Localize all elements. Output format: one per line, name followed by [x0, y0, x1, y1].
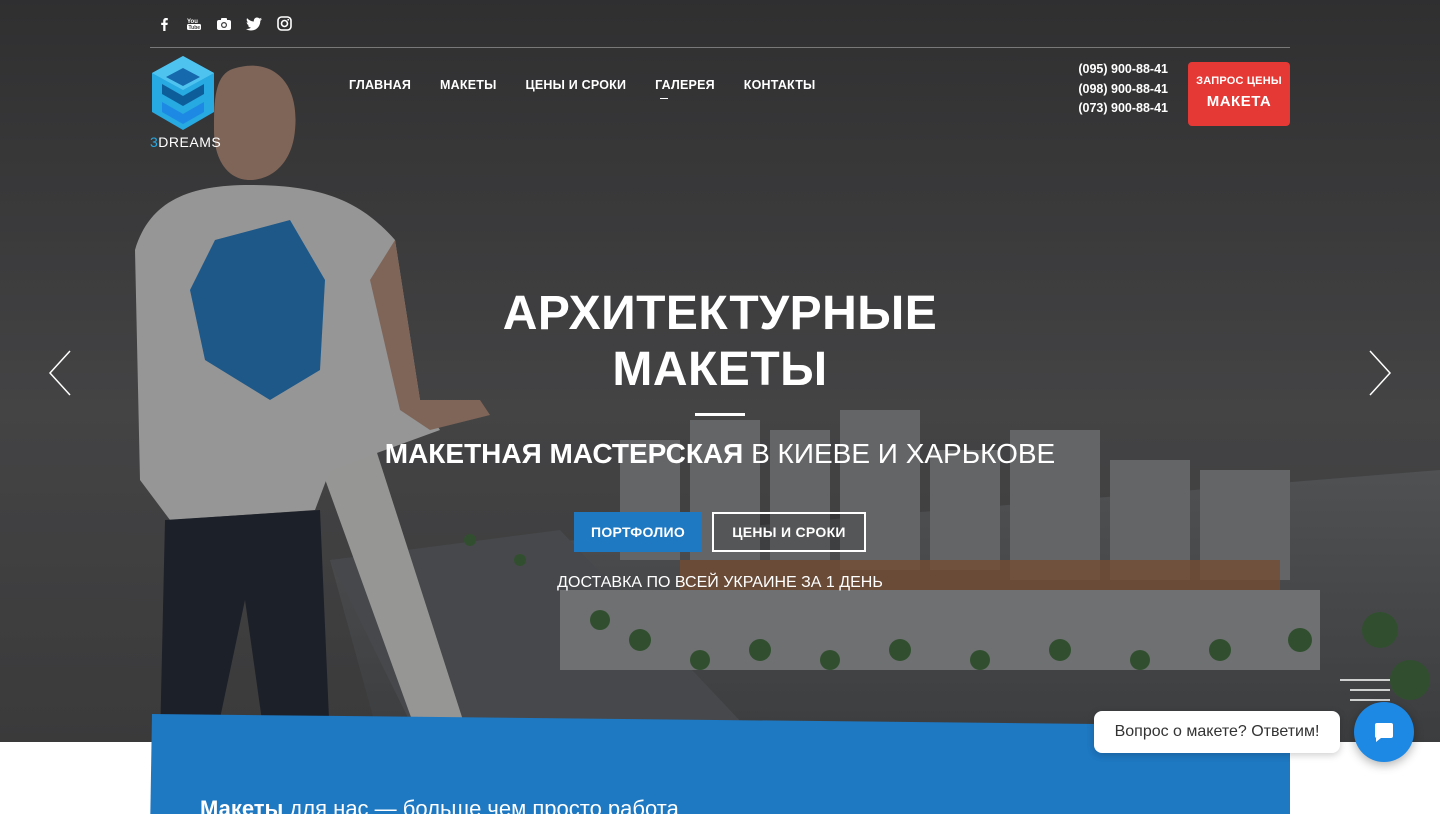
svg-text:Tube: Tube — [189, 25, 201, 31]
intro-text-bold: Макеты — [200, 796, 284, 814]
chat-button[interactable] — [1354, 702, 1414, 762]
social-bar: You Tube — [150, 0, 1290, 48]
nav-item-prices[interactable]: ЦЕНЫ И СРОКИ — [526, 78, 627, 92]
hero-title-line2: МАКЕТЫ — [612, 343, 828, 396]
chat-icon — [1375, 723, 1393, 742]
intro-text-rest: для нас — больше чем просто работа — [283, 796, 679, 814]
hero-subtitle: МАКЕТНАЯ МАСТЕРСКАЯ В КИЕВЕ И ХАРЬКОВЕ — [320, 437, 1120, 471]
logo[interactable]: 3DREAMS — [150, 54, 222, 150]
slider-prev-arrow-icon[interactable] — [45, 348, 75, 398]
nav-item-gallery[interactable]: ГАЛЕРЕЯ — [655, 78, 715, 99]
prices-button[interactable]: ЦЕНЫ И СРОКИ — [712, 512, 866, 552]
hero-title: АРХИТЕКТУРНЫЕ МАКЕТЫ — [420, 286, 1020, 398]
price-request-button[interactable]: ЗАПРОС ЦЕНЫ МАКЕТА — [1188, 62, 1290, 126]
chat-prompt-bubble[interactable]: Вопрос о макете? Ответим! — [1094, 711, 1340, 753]
title-divider — [695, 413, 745, 416]
nav-item-home[interactable]: ГЛАВНАЯ — [349, 78, 411, 92]
price-request-line2: МАКЕТА — [1206, 93, 1272, 110]
price-request-line1: ЗАПРОС ЦЕНЫ — [1196, 75, 1282, 87]
logo-name: DREAMS — [158, 134, 222, 150]
phone-number[interactable]: (073) 900-88-41 — [1060, 99, 1168, 119]
instagram-icon[interactable] — [276, 16, 292, 32]
nav-item-contacts[interactable]: КОНТАКТЫ — [744, 78, 816, 92]
youtube-icon[interactable]: You Tube — [186, 16, 202, 32]
nav-item-models[interactable]: МАКЕТЫ — [440, 78, 496, 92]
portfolio-button[interactable]: ПОРТФОЛИО — [574, 512, 702, 552]
phone-number[interactable]: (098) 900-88-41 — [1060, 80, 1168, 100]
facebook-icon[interactable] — [156, 16, 172, 32]
hero-subtitle-rest: В КИЕВЕ И ХАРЬКОВЕ — [743, 438, 1056, 469]
main-nav: ГЛАВНАЯ МАКЕТЫ ЦЕНЫ И СРОКИ ГАЛЕРЕЯ КОНТ… — [349, 78, 816, 99]
slider-next-arrow-icon[interactable] — [1365, 348, 1395, 398]
twitter-icon[interactable] — [246, 16, 262, 32]
delivery-note: ДОСТАВКА ПО ВСЕЙ УКРАИНЕ ЗА 1 ДЕНЬ — [557, 574, 883, 591]
hero-subtitle-bold: МАКЕТНАЯ МАСТЕРСКАЯ — [384, 438, 744, 469]
phone-number[interactable]: (095) 900-88-41 — [1060, 60, 1168, 80]
intro-text: Макеты для нас — больше чем просто работ… — [200, 796, 679, 814]
hero-title-line1: АРХИТЕКТУРНЫЕ — [502, 287, 938, 340]
camera-icon[interactable] — [216, 16, 232, 32]
phone-list: (095) 900-88-41 (098) 900-88-41 (073) 90… — [1060, 60, 1168, 119]
logo-mark-icon — [152, 56, 214, 130]
